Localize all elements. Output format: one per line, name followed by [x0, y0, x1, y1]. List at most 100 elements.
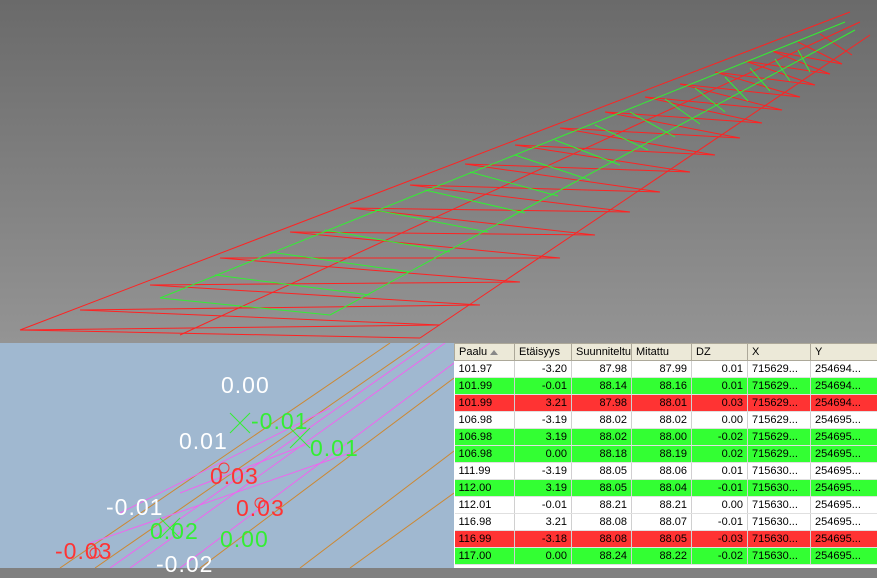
dz-label: -0.02 [156, 551, 213, 578]
cell: 88.24 [572, 548, 632, 565]
table-row[interactable]: 106.98-3.1988.0288.020.00715629...254695… [455, 412, 877, 429]
cell: 88.04 [632, 480, 692, 497]
cell: 254695... [811, 480, 877, 497]
cell: 0.00 [515, 548, 572, 565]
table-row[interactable]: 116.983.2188.0888.07-0.01715630...254695… [455, 514, 877, 531]
cell: 88.16 [632, 378, 692, 395]
table-row[interactable]: 116.99-3.1888.0888.05-0.03715630...25469… [455, 531, 877, 548]
cell: 0.01 [692, 361, 748, 378]
cell: 715629... [748, 412, 811, 429]
cell: 254695... [811, 514, 877, 531]
col-header-mitattu[interactable]: Mitattu [632, 344, 692, 361]
col-header-paalu[interactable]: Paalu [455, 344, 515, 361]
cell: 715630... [748, 463, 811, 480]
dz-label: 0.00 [220, 526, 269, 553]
cell: 0.00 [692, 497, 748, 514]
cell: -0.01 [515, 497, 572, 514]
dz-label: 0.03 [210, 463, 259, 490]
table-row[interactable]: 117.000.0088.2488.22-0.02715630...254695… [455, 548, 877, 565]
table-row[interactable]: 101.993.2187.9888.010.03715629...254694.… [455, 395, 877, 412]
cell: -0.01 [515, 378, 572, 395]
col-header-y[interactable]: Y [811, 344, 877, 361]
cell: 88.21 [632, 497, 692, 514]
cell: 715629... [748, 429, 811, 446]
cell: 3.21 [515, 395, 572, 412]
cell: 0.02 [692, 446, 748, 463]
measurement-table[interactable]: PaaluEtäisyysSuunniteltuMitattuDZXY 101.… [454, 343, 877, 565]
cell: 254695... [811, 531, 877, 548]
dz-label: 0.01 [179, 428, 228, 455]
cell: 88.06 [632, 463, 692, 480]
cell: -3.19 [515, 463, 572, 480]
cell: 106.98 [455, 429, 515, 446]
cell: 106.98 [455, 446, 515, 463]
cell: 87.98 [572, 361, 632, 378]
viewport-3d[interactable] [0, 0, 877, 343]
cell: 254695... [811, 446, 877, 463]
cell: 111.99 [455, 463, 515, 480]
cell: 3.19 [515, 480, 572, 497]
cell: 254694... [811, 378, 877, 395]
cell: 88.01 [632, 395, 692, 412]
col-header-suunniteltu[interactable]: Suunniteltu [572, 344, 632, 361]
cell: 88.02 [572, 429, 632, 446]
table-row[interactable]: 111.99-3.1988.0588.060.01715630...254695… [455, 463, 877, 480]
table-row[interactable]: 106.980.0088.1888.190.02715629...254695.… [455, 446, 877, 463]
cell: 88.05 [632, 531, 692, 548]
table-row[interactable]: 106.983.1988.0288.00-0.02715629...254695… [455, 429, 877, 446]
wireframe-3d [0, 0, 877, 343]
col-header-dz[interactable]: DZ [692, 344, 748, 361]
cell: 101.99 [455, 378, 515, 395]
data-table-panel[interactable]: PaaluEtäisyysSuunniteltuMitattuDZXY 101.… [454, 343, 877, 568]
dz-label: -0.01 [106, 494, 163, 521]
cell: 117.00 [455, 548, 515, 565]
cell: 715630... [748, 514, 811, 531]
cell: 87.99 [632, 361, 692, 378]
cell: 254695... [811, 548, 877, 565]
cell: 112.01 [455, 497, 515, 514]
cell: 88.08 [572, 531, 632, 548]
dz-label: 0.00 [221, 372, 270, 399]
table-header-row[interactable]: PaaluEtäisyysSuunniteltuMitattuDZXY [455, 344, 877, 361]
cell: 112.00 [455, 480, 515, 497]
cell: 88.19 [632, 446, 692, 463]
cell: -3.20 [515, 361, 572, 378]
cell: 715629... [748, 446, 811, 463]
cell: 254694... [811, 395, 877, 412]
dz-label: 0.03 [236, 495, 285, 522]
table-row[interactable]: 112.003.1988.0588.04-0.01715630...254695… [455, 480, 877, 497]
cell: -0.01 [692, 480, 748, 497]
table-row[interactable]: 101.99-0.0188.1488.160.01715629...254694… [455, 378, 877, 395]
cell: 715630... [748, 497, 811, 514]
dz-label: -0.01 [251, 408, 308, 435]
cell: 87.98 [572, 395, 632, 412]
cell: -0.02 [692, 548, 748, 565]
cell: 715630... [748, 531, 811, 548]
col-header-x[interactable]: X [748, 344, 811, 361]
table-row[interactable]: 112.01-0.0188.2188.210.00715630...254695… [455, 497, 877, 514]
sort-asc-icon [490, 350, 498, 355]
cell: -0.02 [692, 429, 748, 446]
cell: 715630... [748, 548, 811, 565]
cell: 0.03 [692, 395, 748, 412]
cell: 88.08 [572, 514, 632, 531]
cell: 88.05 [572, 480, 632, 497]
cell: 715629... [748, 378, 811, 395]
cell: 88.02 [572, 412, 632, 429]
cell: 0.00 [692, 412, 748, 429]
cell: 88.07 [632, 514, 692, 531]
cell: -3.19 [515, 412, 572, 429]
cell: 0.00 [515, 446, 572, 463]
cell: 254695... [811, 429, 877, 446]
cell: 88.05 [572, 463, 632, 480]
cell: 101.97 [455, 361, 515, 378]
table-row[interactable]: 101.97-3.2087.9887.990.01715629...254694… [455, 361, 877, 378]
cell: 88.02 [632, 412, 692, 429]
cell: 88.21 [572, 497, 632, 514]
cell: 3.19 [515, 429, 572, 446]
cell: 715629... [748, 395, 811, 412]
cell: 88.00 [632, 429, 692, 446]
col-header-etäisyys[interactable]: Etäisyys [515, 344, 572, 361]
cell: 254695... [811, 412, 877, 429]
cell: 116.99 [455, 531, 515, 548]
